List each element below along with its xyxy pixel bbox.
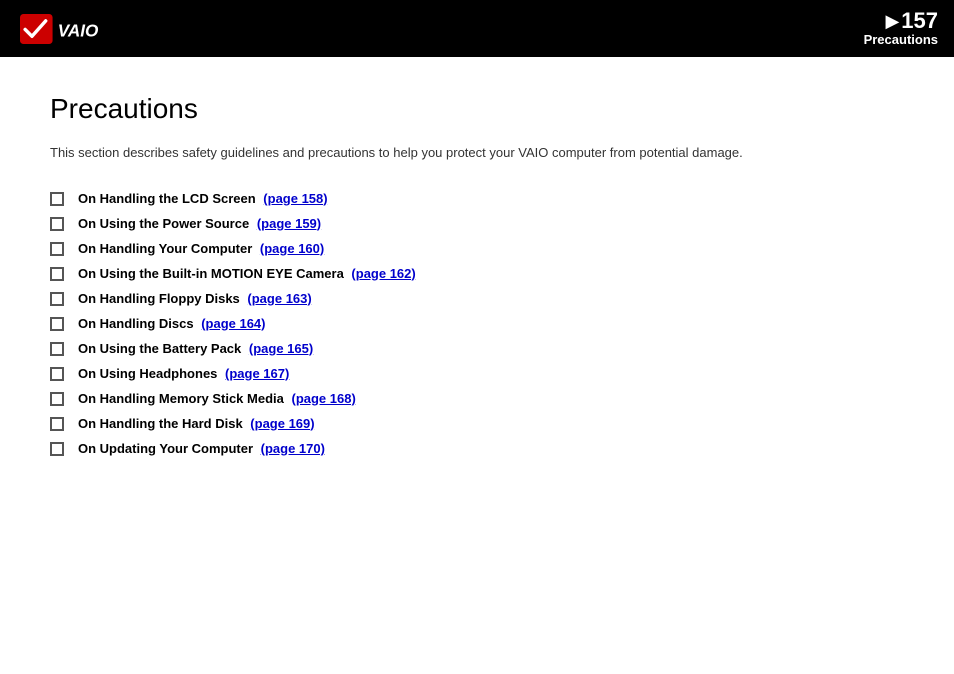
main-content: Precautions This section describes safet… — [0, 57, 954, 496]
toc-item-link[interactable]: (page 167) — [225, 366, 289, 381]
list-item: On Updating Your Computer (page 170) — [50, 441, 904, 456]
svg-text:VAIO: VAIO — [58, 20, 99, 40]
checkbox-icon — [50, 367, 64, 381]
checkbox-icon — [50, 292, 64, 306]
toc-item-label: On Handling Discs (page 164) — [78, 316, 266, 331]
list-item: On Using the Battery Pack (page 165) — [50, 341, 904, 356]
list-item: On Handling Floppy Disks (page 163) — [50, 291, 904, 306]
checkbox-icon — [50, 242, 64, 256]
page-header: VAIO ▶ 157 Precautions — [0, 0, 954, 57]
page-title: Precautions — [50, 93, 904, 125]
checkbox-icon — [50, 442, 64, 456]
checkbox-icon — [50, 192, 64, 206]
toc-item-label: On Handling the Hard Disk (page 169) — [78, 416, 315, 431]
intro-text: This section describes safety guidelines… — [50, 143, 904, 163]
toc-item-link[interactable]: (page 168) — [291, 391, 355, 406]
toc-item-link[interactable]: (page 165) — [249, 341, 313, 356]
toc-item-label: On Using Headphones (page 167) — [78, 366, 289, 381]
list-item: On Using Headphones (page 167) — [50, 366, 904, 381]
toc-item-link[interactable]: (page 169) — [250, 416, 314, 431]
list-item: On Handling the Hard Disk (page 169) — [50, 416, 904, 431]
toc-item-label: On Using the Built-in MOTION EYE Camera … — [78, 266, 416, 281]
list-item: On Using the Built-in MOTION EYE Camera … — [50, 266, 904, 281]
list-item: On Handling Memory Stick Media (page 168… — [50, 391, 904, 406]
list-item: On Using the Power Source (page 159) — [50, 216, 904, 231]
header-section-label: Precautions — [864, 32, 938, 47]
toc-item-link[interactable]: (page 158) — [263, 191, 327, 206]
toc-item-label: On Handling Floppy Disks (page 163) — [78, 291, 312, 306]
list-item: On Handling the LCD Screen (page 158) — [50, 191, 904, 206]
toc-item-link[interactable]: (page 163) — [247, 291, 311, 306]
list-item: On Handling Your Computer (page 160) — [50, 241, 904, 256]
toc-item-link[interactable]: (page 159) — [257, 216, 321, 231]
toc-item-label: On Handling Memory Stick Media (page 168… — [78, 391, 356, 406]
toc-item-link[interactable]: (page 162) — [351, 266, 415, 281]
header-arrow: ▶ — [885, 11, 899, 32]
checkbox-icon — [50, 217, 64, 231]
toc-item-label: On Using the Power Source (page 159) — [78, 216, 321, 231]
checkbox-icon — [50, 342, 64, 356]
toc-item-label: On Handling Your Computer (page 160) — [78, 241, 324, 256]
checkbox-icon — [50, 267, 64, 281]
header-page-info: ▶ 157 Precautions — [864, 10, 938, 47]
toc-item-link[interactable]: (page 164) — [201, 316, 265, 331]
toc-item-label: On Handling the LCD Screen (page 158) — [78, 191, 328, 206]
checkbox-icon — [50, 392, 64, 406]
toc-item-link[interactable]: (page 160) — [260, 241, 324, 256]
list-item: On Handling Discs (page 164) — [50, 316, 904, 331]
checkbox-icon — [50, 417, 64, 431]
toc-list: On Handling the LCD Screen (page 158) On … — [50, 191, 904, 456]
toc-item-label: On Updating Your Computer (page 170) — [78, 441, 325, 456]
header-page-number: 157 — [901, 10, 938, 32]
toc-item-link[interactable]: (page 170) — [261, 441, 325, 456]
vaio-logo: VAIO — [20, 14, 123, 44]
toc-item-label: On Using the Battery Pack (page 165) — [78, 341, 313, 356]
checkbox-icon — [50, 317, 64, 331]
